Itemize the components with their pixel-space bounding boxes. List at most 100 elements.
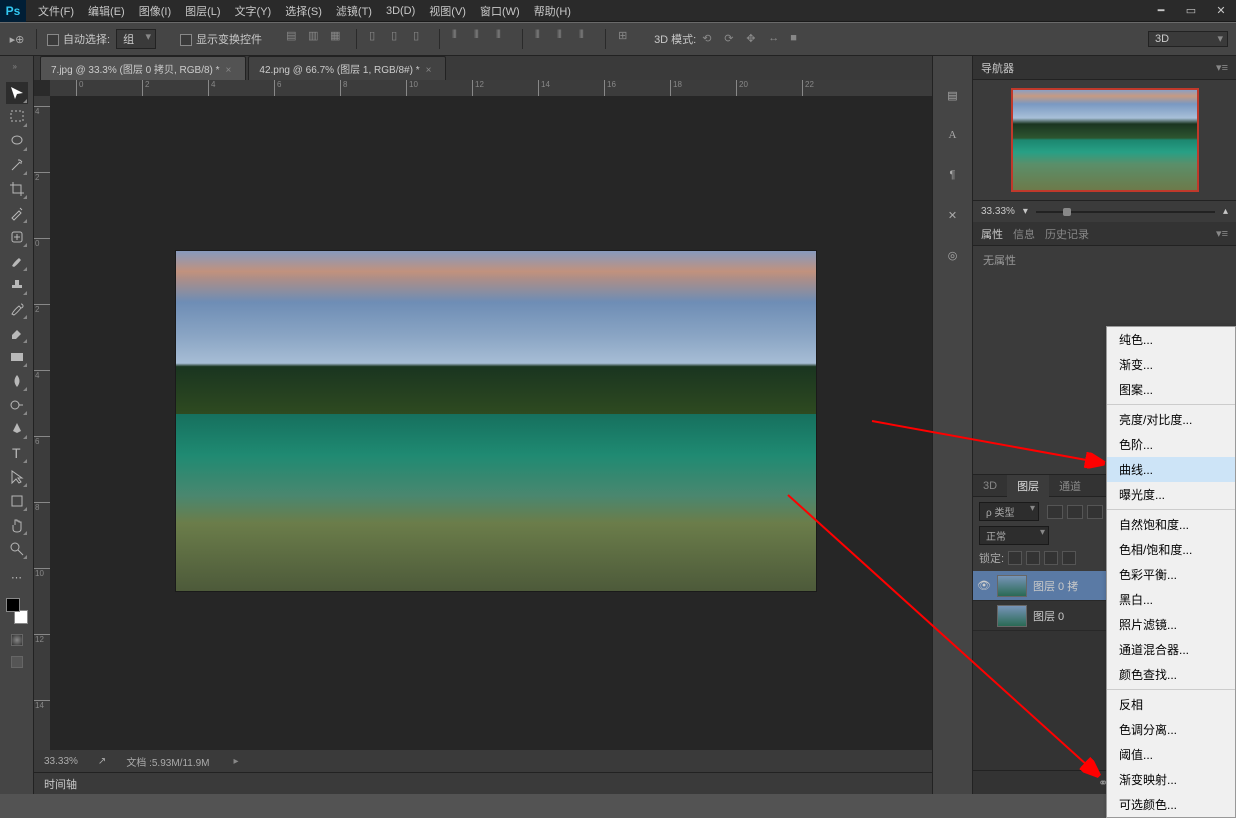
align-left-icon[interactable]: ▯ — [369, 29, 383, 43]
brush-tool[interactable] — [6, 250, 28, 272]
cm-pattern[interactable]: 图案... — [1107, 377, 1235, 402]
cm-color-lookup[interactable]: 颜色查找... — [1107, 662, 1235, 687]
menu-select[interactable]: 选择(S) — [279, 1, 328, 21]
history-brush-tool[interactable] — [6, 298, 28, 320]
menu-help[interactable]: 帮助(H) — [528, 1, 577, 21]
distribute-space-icon[interactable]: ⫴ — [579, 29, 593, 43]
marquee-tool[interactable] — [6, 106, 28, 128]
show-transform-check[interactable]: 显示变换控件 — [180, 31, 262, 47]
nav-zoom-label[interactable]: 33.33% — [981, 206, 1015, 217]
cm-gradient-map[interactable]: 渐变映射... — [1107, 767, 1235, 792]
distribute-icon[interactable]: ⫴ — [496, 29, 510, 43]
zoom-in-icon[interactable]: ▴ — [1223, 206, 1228, 217]
quickmask-icon[interactable] — [11, 634, 23, 646]
menu-layer[interactable]: 图层(L) — [179, 1, 226, 21]
bg-color-swatch[interactable] — [14, 610, 28, 624]
path-select-tool[interactable] — [6, 466, 28, 488]
layer-name[interactable]: 图层 0 拷 — [1033, 578, 1078, 594]
menu-filter[interactable]: 滤镜(T) — [330, 1, 378, 21]
distribute-h-icon[interactable]: ⫴ — [452, 29, 466, 43]
histogram-icon[interactable]: ▤ — [942, 84, 964, 106]
eyedropper-tool[interactable] — [6, 202, 28, 224]
stamp-tool[interactable] — [6, 274, 28, 296]
menu-window[interactable]: 窗口(W) — [474, 1, 526, 21]
tab-properties[interactable]: 属性 — [981, 226, 1003, 242]
cm-threshold[interactable]: 阈值... — [1107, 742, 1235, 767]
distribute-space-h-icon[interactable]: ⫴ — [535, 29, 549, 43]
maximize-button[interactable]: ▭ — [1176, 2, 1206, 20]
cm-gradient[interactable]: 渐变... — [1107, 352, 1235, 377]
align-center-icon[interactable]: ▯ — [391, 29, 405, 43]
cm-hue[interactable]: 色相/饱和度... — [1107, 537, 1235, 562]
hand-tool[interactable] — [6, 514, 28, 536]
cm-levels[interactable]: 色阶... — [1107, 432, 1235, 457]
lasso-tool[interactable] — [6, 130, 28, 152]
nav-zoom-slider[interactable] — [1036, 211, 1215, 213]
ruler-horizontal[interactable]: 0 2 4 6 8 10 12 14 16 18 20 22 — [50, 80, 932, 96]
canvas[interactable] — [50, 96, 932, 750]
shape-tool[interactable] — [6, 490, 28, 512]
navigator-header[interactable]: 导航器 ▾≡ — [973, 56, 1236, 80]
auto-select-dropdown[interactable]: 组 — [116, 29, 156, 49]
orbit-icon[interactable]: ⟲ — [702, 32, 716, 46]
panel-menu-icon[interactable]: ▾≡ — [1216, 227, 1228, 240]
cm-bw[interactable]: 黑白... — [1107, 587, 1235, 612]
edit-toolbar-icon[interactable]: ⋯ — [6, 566, 28, 588]
cm-color-balance[interactable]: 色彩平衡... — [1107, 562, 1235, 587]
cm-curves[interactable]: 曲线... — [1107, 457, 1235, 482]
close-icon[interactable]: × — [426, 65, 432, 76]
align-mid-icon[interactable]: ▥ — [308, 29, 322, 43]
visibility-icon[interactable] — [977, 609, 991, 623]
close-button[interactable]: ✕ — [1206, 2, 1236, 20]
cm-vibrance[interactable]: 自然饱和度... — [1107, 512, 1235, 537]
paragraph-icon[interactable]: ¶ — [942, 164, 964, 186]
export-icon[interactable]: ↗ — [98, 756, 106, 767]
layer-thumb[interactable] — [997, 605, 1027, 627]
minimize-button[interactable]: ━ — [1146, 2, 1176, 20]
type-tool[interactable]: T — [6, 442, 28, 464]
cm-solid-color[interactable]: 纯色... — [1107, 327, 1235, 352]
distribute-space-v-icon[interactable]: ⫴ — [557, 29, 571, 43]
fg-color-swatch[interactable] — [6, 598, 20, 612]
tools-preset-icon[interactable]: ✕ — [942, 204, 964, 226]
layer-kind-dropdown[interactable]: ρ 类型 — [979, 502, 1039, 521]
zoom-out-icon[interactable]: ▾ — [1023, 206, 1028, 217]
zoom-tool[interactable] — [6, 538, 28, 560]
lock-all-icon[interactable] — [1062, 551, 1076, 565]
healing-tool[interactable] — [6, 226, 28, 248]
cm-invert[interactable]: 反相 — [1107, 692, 1235, 717]
lock-trans-icon[interactable] — [1008, 551, 1022, 565]
move-tool[interactable] — [6, 82, 28, 104]
lock-pos-icon[interactable] — [1044, 551, 1058, 565]
doc-tab-1[interactable]: 7.jpg @ 33.3% (图层 0 拷贝, RGB/8) *× — [40, 56, 246, 80]
blur-tool[interactable] — [6, 370, 28, 392]
zoom-level[interactable]: 33.33% — [44, 756, 78, 767]
tab-layers[interactable]: 图层 — [1007, 475, 1049, 497]
ruler-vertical[interactable]: 4 2 0 2 4 6 8 10 12 14 — [34, 96, 50, 750]
tab-info[interactable]: 信息 — [1013, 226, 1035, 242]
chevron-right-icon[interactable]: ▸ — [234, 756, 239, 767]
toolbox-expand-icon[interactable]: » — [13, 62, 21, 76]
dodge-tool[interactable] — [6, 394, 28, 416]
blend-mode-dropdown[interactable]: 正常 — [979, 526, 1049, 545]
cm-exposure[interactable]: 曝光度... — [1107, 482, 1235, 507]
pan-icon[interactable]: ✥ — [746, 32, 760, 46]
workspace-dropdown[interactable]: 3D — [1148, 31, 1228, 47]
filter-pixel-icon[interactable] — [1047, 505, 1063, 519]
tab-channels[interactable]: 通道 — [1049, 475, 1091, 497]
menu-3d[interactable]: 3D(D) — [380, 3, 421, 19]
magic-wand-tool[interactable] — [6, 154, 28, 176]
eraser-tool[interactable] — [6, 322, 28, 344]
layer-name[interactable]: 图层 0 — [1033, 608, 1064, 624]
canvas-image[interactable] — [176, 251, 816, 591]
menu-file[interactable]: 文件(F) — [32, 1, 80, 21]
character-icon[interactable]: A — [942, 124, 964, 146]
align-top-icon[interactable]: ▤ — [286, 29, 300, 43]
menu-image[interactable]: 图像(I) — [133, 1, 177, 21]
menu-edit[interactable]: 编辑(E) — [82, 1, 131, 21]
align-right-icon[interactable]: ▯ — [413, 29, 427, 43]
menu-type[interactable]: 文字(Y) — [229, 1, 278, 21]
timeline-panel[interactable]: 时间轴 — [34, 772, 932, 794]
cc-icon[interactable]: ◎ — [942, 244, 964, 266]
navigator-thumb[interactable] — [973, 80, 1236, 200]
